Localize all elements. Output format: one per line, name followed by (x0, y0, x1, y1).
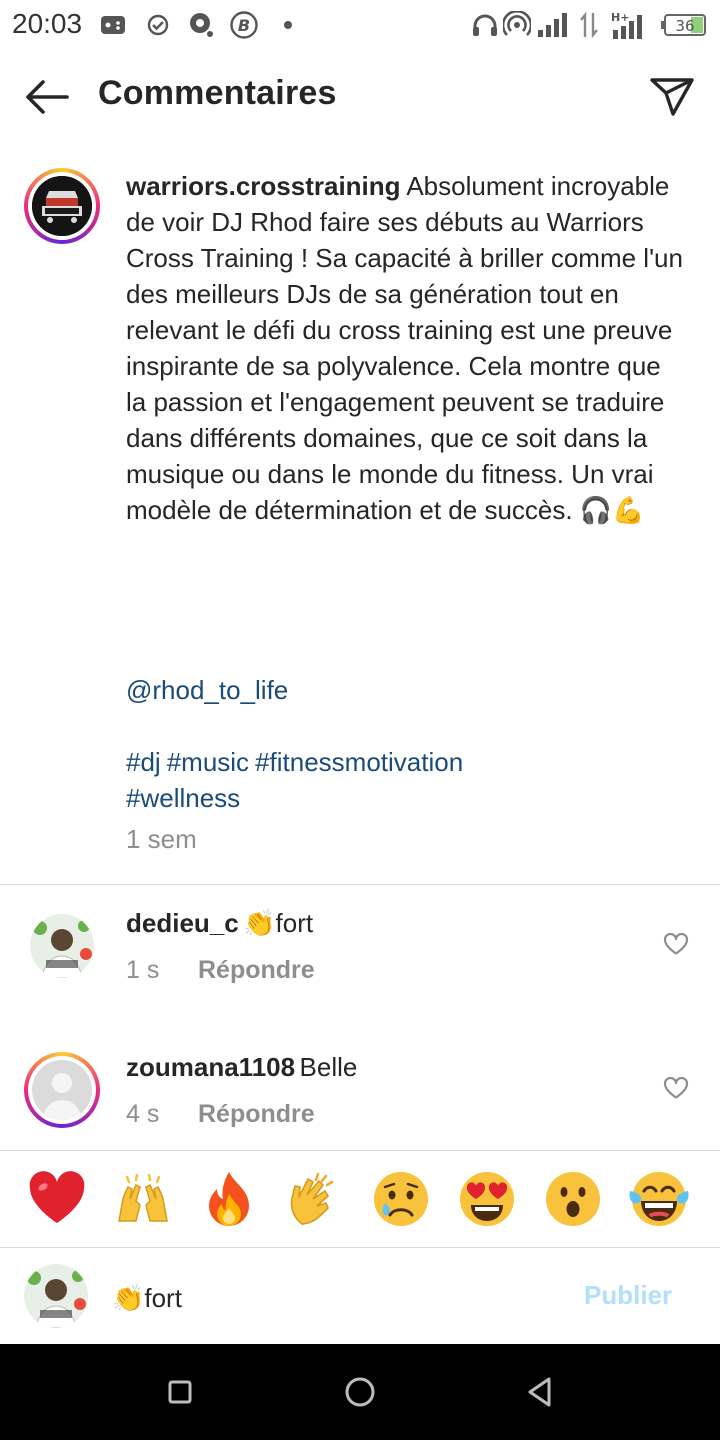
emoji-laughing-button[interactable] (626, 1166, 692, 1232)
heart-eyes-icon (460, 1172, 514, 1226)
default-user-icon (32, 1060, 92, 1120)
comment-avatar[interactable] (30, 914, 94, 978)
circle-icon (345, 1377, 375, 1407)
emoji-heart-eyes-button[interactable] (454, 1166, 520, 1232)
comment-username[interactable]: zoumana1108 (126, 1052, 295, 1082)
svg-text:36: 36 (675, 17, 694, 35)
battery-icon: 36 (660, 10, 710, 40)
caption-timestamp: 1 sem (126, 824, 197, 854)
signal-icon (536, 10, 572, 40)
red-heart-icon (29, 1171, 85, 1223)
reply-button[interactable]: Répondre (198, 1100, 315, 1129)
square-icon (168, 1380, 192, 1404)
emoji-clapping-button[interactable] (282, 1166, 348, 1232)
emoji-sad-button[interactable] (368, 1166, 434, 1232)
comment-timestamp: 4 s (126, 1100, 160, 1128)
emoji-quick-bar (0, 1152, 720, 1246)
surprised-face-icon (546, 1172, 600, 1226)
signal-hplus-icon: H+ (608, 10, 650, 40)
dot-icon (280, 10, 296, 40)
svg-text:B: B (238, 16, 250, 35)
emoji-surprised-button[interactable] (540, 1166, 606, 1232)
b-circle-icon: B (228, 10, 260, 40)
comment-username[interactable]: dedieu_c (126, 908, 239, 938)
hashtag[interactable]: #fitnessmotivation (255, 747, 463, 777)
heart-outline-icon (663, 932, 689, 955)
tears-of-joy-icon (629, 1172, 689, 1226)
publish-button[interactable]: Publier (584, 1280, 672, 1311)
triangle-back-icon (528, 1377, 551, 1407)
comment-timestamp: 1 s (126, 956, 160, 984)
hashtag[interactable]: #music (167, 747, 249, 777)
caption-username[interactable]: warriors.crosstraining (126, 171, 401, 201)
share-button[interactable] (642, 70, 702, 124)
clapping-hands-icon (290, 1172, 334, 1225)
back-nav-button[interactable] (512, 1366, 568, 1418)
hotspot-icon (502, 10, 532, 40)
own-avatar (24, 1264, 88, 1328)
check-circle-icon (144, 10, 172, 40)
data-transfer-icon (576, 10, 602, 40)
home-button[interactable] (332, 1366, 388, 1418)
status-time: 20:03 (12, 8, 83, 39)
comment-avatar[interactable] (32, 1060, 92, 1120)
hashtag[interactable]: #wellness (126, 783, 240, 813)
status-bar: 20:03 B H+ 36 (0, 0, 720, 50)
emoji-raising-hands-button[interactable] (110, 1166, 176, 1232)
caption-mention[interactable]: @rhod_to_life (126, 672, 288, 708)
caption-text: warriors.crosstraining Absolument incroy… (126, 168, 686, 528)
caption-hashtags: #dj #music #fitnessmotivation #wellness (126, 744, 686, 816)
comment-input[interactable] (112, 1278, 552, 1318)
raising-hands-icon (118, 1173, 168, 1222)
avatar-photo-icon (24, 1264, 88, 1328)
paper-plane-icon (650, 78, 694, 116)
gamepad-icon (98, 10, 128, 40)
like-button[interactable] (660, 928, 692, 960)
page-title: Commentaires (98, 74, 337, 112)
comment-line: zoumana1108 Belle (126, 1052, 357, 1083)
recents-button[interactable] (152, 1366, 208, 1418)
header: Commentaires (0, 50, 720, 142)
comment-composer: Publier (0, 1248, 720, 1344)
system-nav-bar (0, 1344, 720, 1440)
headphones-icon (470, 10, 500, 40)
divider (0, 884, 720, 885)
warriors-logo-icon (32, 176, 92, 236)
comment-text: 👏fort (243, 908, 314, 938)
arrow-left-icon (26, 80, 69, 114)
divider (0, 1150, 720, 1151)
fire-icon (209, 1172, 249, 1226)
avatar-photo-icon (30, 914, 94, 978)
emoji-heart-button[interactable] (24, 1166, 90, 1232)
alert-circle-icon (186, 10, 216, 40)
caption-body: Absolument incroyable de voir DJ Rhod fa… (126, 171, 683, 525)
heart-outline-icon (663, 1076, 689, 1099)
svg-text:H+: H+ (611, 11, 629, 24)
like-button[interactable] (660, 1072, 692, 1104)
emoji-fire-button[interactable] (196, 1166, 262, 1232)
hashtag[interactable]: #dj (126, 747, 161, 777)
sad-face-icon (374, 1172, 428, 1226)
reply-button[interactable]: Répondre (198, 956, 315, 985)
comment-text: Belle (299, 1052, 358, 1082)
back-button[interactable] (16, 70, 78, 124)
comment-line: dedieu_c 👏fort (126, 908, 313, 939)
avatar[interactable] (32, 176, 92, 236)
